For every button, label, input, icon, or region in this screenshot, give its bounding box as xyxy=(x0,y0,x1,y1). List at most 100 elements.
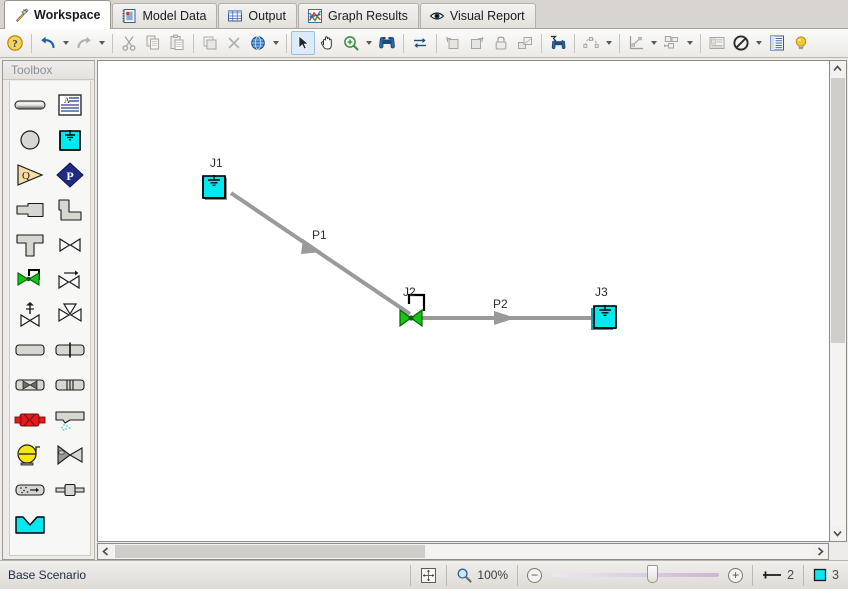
pan-hand-icon[interactable] xyxy=(315,31,339,55)
undo-icon[interactable] xyxy=(36,31,60,55)
no-entry-icon[interactable] xyxy=(729,31,753,55)
fit-to-window-button[interactable] xyxy=(411,561,446,589)
area-change-tool[interactable] xyxy=(10,192,50,227)
fit-to-window-icon xyxy=(420,567,437,584)
three-way-valve-icon xyxy=(56,302,84,328)
horizontal-scroll-track[interactable] xyxy=(113,544,813,559)
canvas-horizontal-scrollbar[interactable] xyxy=(97,543,829,560)
toolbar-separator xyxy=(436,34,437,53)
junction-label-J2: J2 xyxy=(403,285,416,299)
tab-visual-report[interactable]: Visual Report xyxy=(420,3,536,28)
tab-workspace[interactable]: Workspace xyxy=(4,0,111,29)
canvas-vertical-scrollbar[interactable] xyxy=(830,60,847,542)
find-jump-icon[interactable] xyxy=(546,31,570,55)
tee-wye-icon xyxy=(15,232,45,258)
assigned-pressure-tool[interactable]: Q xyxy=(10,157,50,192)
zoom-slider-group[interactable]: − + xyxy=(518,561,752,589)
scroll-right-button[interactable] xyxy=(813,544,828,559)
pipe-count-value: 2 xyxy=(787,568,794,582)
align-dropdown-arrow[interactable] xyxy=(648,31,660,55)
assigned-flow-tool[interactable] xyxy=(10,122,50,157)
weir-icon xyxy=(13,514,47,536)
scroll-up-button[interactable] xyxy=(830,61,845,76)
pointer-icon[interactable] xyxy=(291,31,315,55)
globe-icon[interactable] xyxy=(246,31,270,55)
redo-icon[interactable] xyxy=(72,31,96,55)
annotation-icon[interactable] xyxy=(705,31,729,55)
orifice-tool[interactable] xyxy=(50,332,90,367)
zoom-slider-track[interactable] xyxy=(551,573,719,577)
globe-dropdown-arrow[interactable] xyxy=(270,31,282,55)
tab-graph-results[interactable]: Graph Results xyxy=(298,3,419,28)
spray-discharge-tool[interactable] xyxy=(50,402,90,437)
valve-tool[interactable] xyxy=(50,227,90,262)
junction-J1 xyxy=(203,175,227,200)
scroll-down-button[interactable] xyxy=(830,526,845,541)
polyline-icon[interactable] xyxy=(579,31,603,55)
help-icon[interactable]: ? xyxy=(3,31,27,55)
redo-dropdown-arrow[interactable] xyxy=(96,31,108,55)
polyline-dropdown-arrow[interactable] xyxy=(603,31,615,55)
bring-to-front-icon[interactable] xyxy=(441,31,465,55)
zoom-dropdown-arrow[interactable] xyxy=(363,31,375,55)
align-axes-icon[interactable] xyxy=(624,31,648,55)
bend-restriction-tool[interactable] xyxy=(10,367,50,402)
delete-icon[interactable] xyxy=(222,31,246,55)
jacket-tool[interactable] xyxy=(50,472,90,507)
heat-exchanger-tool[interactable] xyxy=(10,402,50,437)
junction-label-J1: J1 xyxy=(210,156,223,170)
swap-arrows-icon[interactable] xyxy=(408,31,432,55)
screen-tool[interactable] xyxy=(50,367,90,402)
zoom-icon[interactable] xyxy=(339,31,363,55)
check-valve-tool[interactable] xyxy=(50,262,90,297)
group-icon[interactable] xyxy=(513,31,537,55)
annotation-tool[interactable]: A xyxy=(50,87,90,122)
tab-output[interactable]: Output xyxy=(218,3,297,28)
lock-icon[interactable] xyxy=(489,31,513,55)
three-way-valve-tool[interactable] xyxy=(50,297,90,332)
scroll-left-button[interactable] xyxy=(98,544,113,559)
duplicate-icon[interactable] xyxy=(198,31,222,55)
volume-balance-tool[interactable] xyxy=(10,472,50,507)
tab-label: Workspace xyxy=(34,8,100,22)
reservoir-tool[interactable] xyxy=(50,122,90,157)
bend-tool[interactable] xyxy=(50,192,90,227)
horizontal-scroll-thumb[interactable] xyxy=(115,545,425,558)
branch-tool[interactable]: P xyxy=(50,157,90,192)
zoom-out-button[interactable]: − xyxy=(527,568,542,583)
workspace-area: J1 J2 J3 P1 P2 xyxy=(97,60,847,560)
send-to-back-icon[interactable] xyxy=(465,31,489,55)
workspace-canvas[interactable]: J1 J2 J3 P1 P2 xyxy=(97,60,830,542)
zoom-in-button[interactable]: + xyxy=(728,568,743,583)
list-panel-icon[interactable] xyxy=(765,31,789,55)
lightbulb-icon[interactable] xyxy=(789,31,813,55)
bend-icon xyxy=(57,198,83,222)
cut-icon[interactable] xyxy=(117,31,141,55)
vertical-scroll-thumb[interactable] xyxy=(831,78,845,343)
tab-model-data[interactable]: Model Data xyxy=(112,3,217,28)
tee-wye-tool[interactable] xyxy=(10,227,50,262)
relief-valve-tool[interactable] xyxy=(10,297,50,332)
zoom-level-display[interactable]: 100% xyxy=(447,561,517,589)
distribute-icon[interactable] xyxy=(660,31,684,55)
find-binoculars-icon[interactable] xyxy=(375,31,399,55)
toolbar-separator xyxy=(193,34,194,53)
disable-dropdown-arrow[interactable] xyxy=(753,31,765,55)
pump-tool[interactable] xyxy=(10,437,50,472)
area-change-icon xyxy=(15,202,45,218)
venturi-tool[interactable] xyxy=(10,332,50,367)
volume-balance-icon xyxy=(14,482,46,498)
toolbox-content: A xyxy=(9,81,91,556)
paste-icon[interactable] xyxy=(165,31,189,55)
zoom-slider-thumb[interactable] xyxy=(647,565,658,583)
distribute-dropdown-arrow[interactable] xyxy=(684,31,696,55)
grid-table-icon xyxy=(227,8,243,24)
control-valve-tool[interactable] xyxy=(10,262,50,297)
copy-icon[interactable] xyxy=(141,31,165,55)
pipe-tool[interactable] xyxy=(10,87,50,122)
general-component-tool[interactable] xyxy=(50,437,90,472)
undo-dropdown-arrow[interactable] xyxy=(60,31,72,55)
weir-tool[interactable] xyxy=(10,507,50,542)
tab-label: Graph Results xyxy=(328,9,408,23)
vertical-scroll-track[interactable] xyxy=(830,76,846,526)
